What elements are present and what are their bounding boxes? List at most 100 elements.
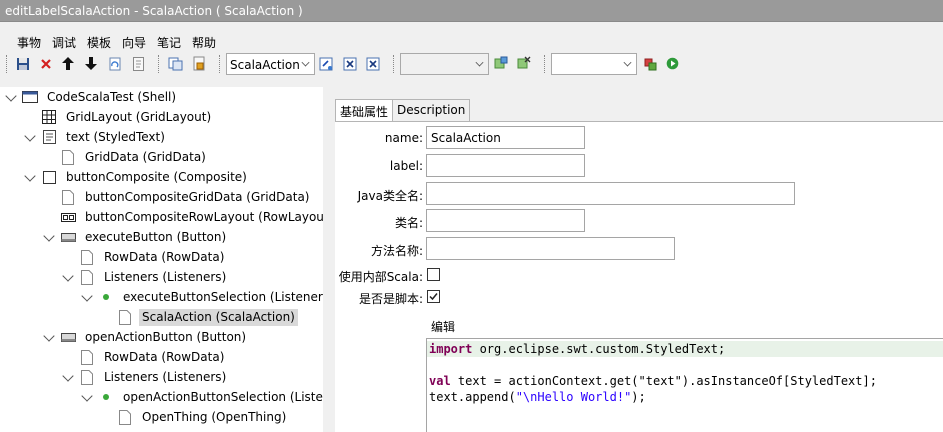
expand-toggle[interactable]	[5, 90, 17, 102]
code-string: "\nHello World!"	[515, 390, 632, 404]
puzzle-add-icon[interactable]	[492, 55, 509, 72]
secondary-combo[interactable]	[400, 53, 489, 75]
tree-node-label: CodeScalaTest (Shell)	[47, 90, 177, 104]
expand-toggle[interactable]	[24, 130, 36, 142]
tree-node-label: executeButtonSelection (Listener)	[123, 290, 323, 304]
checkmark-icon	[429, 293, 438, 301]
tree-node-label: GridData (GridData)	[85, 150, 206, 164]
toolbar-grip[interactable]	[219, 55, 222, 73]
tree-node-label: openActionButton (Button)	[85, 330, 247, 344]
expand-toggle[interactable]	[62, 370, 74, 382]
button-icon	[60, 329, 76, 345]
document-icon	[79, 269, 95, 285]
name-label: name:	[384, 131, 423, 145]
name-field[interactable]: ScalaAction	[426, 126, 585, 149]
button-icon	[60, 229, 76, 245]
thing-combo[interactable]: ScalaAction	[226, 53, 315, 75]
expand-toggle[interactable]	[43, 330, 55, 342]
tree-node-label: buttonCompositeRowLayout (RowLayout)	[85, 210, 323, 224]
internal-scala-checkbox[interactable]	[427, 268, 440, 281]
expand-toggle[interactable]	[62, 270, 74, 282]
class-name-field[interactable]	[426, 209, 585, 232]
chevron-down-icon	[301, 58, 310, 67]
tree-node-label: buttonCompositeGridData (GridData)	[85, 190, 310, 204]
document-icon	[117, 309, 133, 325]
internal-scala-label: 使用内部Scala:	[338, 270, 423, 284]
basic-properties-form: name: ScalaAction label: Java类全名: 类名: 方法…	[335, 122, 943, 432]
tree-node-label-selected: ScalaAction (ScalaAction)	[139, 309, 298, 326]
styled-text-icon	[41, 129, 57, 145]
tertiary-combo[interactable]	[551, 53, 637, 75]
tree-node-label: openActionButtonSelection (Listener)	[123, 390, 323, 404]
toolbar-grip[interactable]	[158, 55, 161, 73]
method-label: 方法名称:	[370, 244, 423, 258]
method-field[interactable]	[426, 237, 675, 260]
expand-toggle[interactable]	[81, 390, 93, 402]
save-icon[interactable]	[14, 55, 31, 72]
menu-help[interactable]: 帮助	[192, 34, 216, 51]
document-icon	[79, 349, 95, 365]
tab-description[interactable]: Description	[392, 99, 471, 121]
puzzle-remove-icon[interactable]	[515, 55, 532, 72]
java-class-label: Java类全名:	[357, 189, 423, 203]
code-text: text = actionContext.get("text").asInsta…	[450, 374, 877, 388]
code-keyword: val	[429, 374, 451, 388]
document-icon	[60, 149, 76, 165]
menu-notes[interactable]: 笔记	[157, 34, 181, 51]
tree-node-label: text (StyledText)	[66, 130, 165, 144]
refresh-icon[interactable]	[106, 55, 123, 72]
listener-dot-icon	[98, 289, 114, 305]
edit-icon[interactable]	[318, 55, 335, 72]
copy-icon[interactable]	[167, 55, 184, 72]
expand-toggle[interactable]	[43, 230, 55, 242]
move-up-icon[interactable]	[59, 55, 76, 72]
code-line: val text = actionContext.get("text").asI…	[429, 373, 877, 389]
is-script-checkbox[interactable]	[427, 290, 440, 303]
code-line: import org.eclipse.swt.custom.StyledText…	[429, 341, 725, 357]
toolbar-grip[interactable]	[393, 55, 396, 73]
lock-icon[interactable]	[190, 55, 207, 72]
menu-wizard[interactable]: 向导	[122, 34, 146, 51]
code-keyword: import	[429, 342, 473, 356]
label-label: label:	[389, 159, 423, 173]
document-icon	[117, 409, 133, 425]
java-class-field[interactable]	[426, 182, 795, 205]
close-icon[interactable]	[364, 55, 381, 72]
expand-toggle[interactable]	[81, 290, 93, 302]
code-text: org.eclipse.swt.custom.StyledText;	[472, 342, 726, 356]
label-field[interactable]	[426, 154, 585, 177]
properties-panel: 基础属性 Description name: ScalaAction label…	[331, 95, 943, 432]
toolbar-grip[interactable]	[6, 55, 9, 73]
chevron-down-icon	[475, 58, 484, 67]
expand-toggle[interactable]	[24, 170, 36, 182]
code-editor[interactable]: import org.eclipse.swt.custom.StyledText…	[426, 338, 943, 432]
document-icon	[79, 249, 95, 265]
outline-tree[interactable]: CodeScalaTest (Shell) GridLayout (GridLa…	[0, 87, 323, 432]
listener-dot-icon	[98, 389, 114, 405]
tree-node-label: OpenThing (OpenThing)	[142, 410, 287, 424]
toolbar-grip[interactable]	[544, 55, 547, 73]
is-script-label: 是否是脚本:	[358, 292, 423, 306]
remove-icon[interactable]	[341, 55, 358, 72]
tree-node-label: RowData (RowData)	[104, 350, 225, 364]
grid-layout-icon	[41, 109, 57, 125]
menu-template[interactable]: 模板	[87, 34, 111, 51]
code-line: text.append("\nHello World!");	[429, 389, 646, 405]
run-icon[interactable]	[664, 55, 681, 72]
chevron-down-icon	[623, 58, 632, 67]
debug-icon[interactable]	[641, 55, 658, 72]
tree-node-label: executeButton (Button)	[85, 230, 227, 244]
menu-transaction[interactable]: 事物	[17, 34, 41, 51]
document-icon[interactable]	[130, 55, 147, 72]
menu-debug[interactable]: 调试	[52, 34, 76, 51]
move-down-icon[interactable]	[82, 55, 99, 72]
tab-basic-properties[interactable]: 基础属性	[335, 99, 394, 123]
toolbar: ScalaAction	[0, 51, 943, 77]
menu-bar: 事物 调试 模板 向导 笔记 帮助	[0, 30, 400, 50]
document-icon	[79, 369, 95, 385]
class-name-label: 类名:	[394, 216, 423, 230]
thing-combo-value: ScalaAction	[230, 58, 300, 72]
document-icon	[60, 189, 76, 205]
tree-node-label: GridLayout (GridLayout)	[66, 110, 212, 124]
delete-icon[interactable]	[37, 55, 54, 72]
